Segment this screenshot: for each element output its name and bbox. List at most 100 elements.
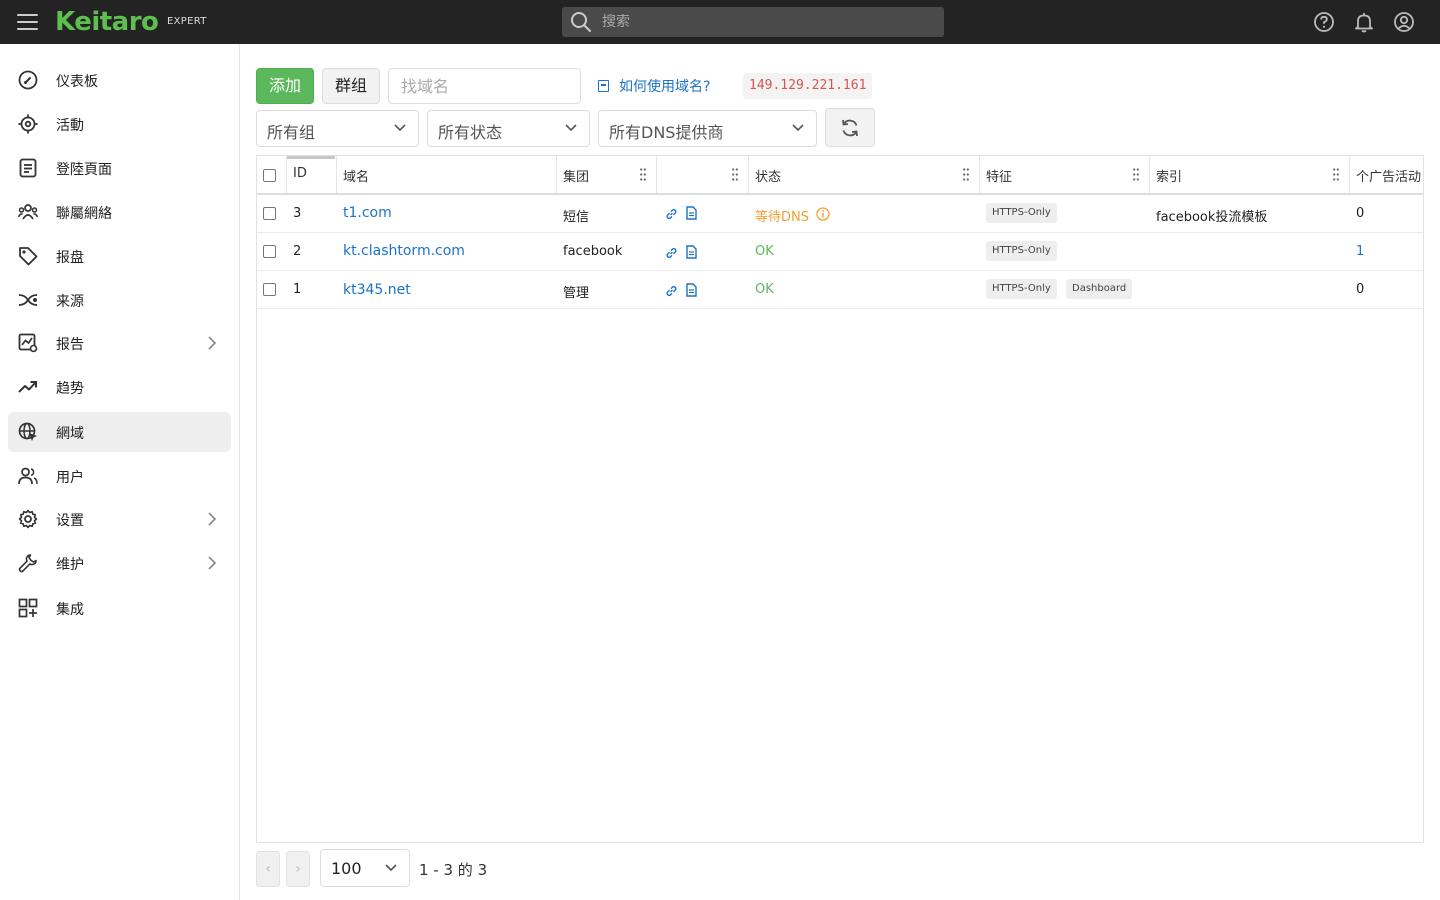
drag-handle-icon[interactable]: [640, 168, 646, 181]
server-ip: 149.129.221.161: [743, 73, 873, 99]
row-checkbox[interactable]: [263, 283, 276, 296]
feature-badge: HTTPS-Only: [986, 279, 1057, 299]
sidebar-item-label: 报盘: [56, 250, 84, 266]
column-features[interactable]: 特征: [980, 156, 1150, 193]
group-filter-value: 所有组: [267, 123, 316, 142]
prev-page-button[interactable]: ‹: [256, 851, 280, 887]
column-label: 域名: [343, 170, 370, 185]
row-domain-link[interactable]: kt.clashtorm.com: [343, 243, 465, 259]
find-domain-input[interactable]: [388, 68, 581, 104]
integration-icon: [18, 598, 38, 618]
drag-handle-icon[interactable]: [732, 168, 738, 181]
table-row[interactable]: 3 t1.com 短信 等待DNS HTTPS-Only facebook投流模…: [257, 195, 1423, 233]
sidebar-item-label: 登陸頁面: [56, 162, 112, 178]
refresh-button[interactable]: [825, 108, 875, 147]
sidebar-item-offers[interactable]: 报盘: [8, 236, 231, 276]
link-icon[interactable]: [665, 246, 678, 260]
row-campaigns: 0: [1356, 206, 1365, 221]
howto-link[interactable]: 如何使用域名?: [598, 76, 710, 96]
trend-icon: [18, 381, 37, 393]
sidebar-item-trends[interactable]: 趋势: [8, 367, 231, 407]
column-group[interactable]: 集团: [557, 156, 657, 193]
document-icon[interactable]: [685, 245, 698, 259]
chevron-right-icon: [208, 512, 217, 526]
sidebar-item-sources[interactable]: 来源: [8, 280, 231, 320]
target-icon: [18, 114, 38, 134]
select-all-checkbox[interactable]: [263, 169, 276, 182]
column-domain[interactable]: 域名: [337, 156, 557, 193]
landing-page-icon: [19, 158, 37, 178]
column-status[interactable]: 状态: [749, 156, 980, 193]
sidebar-item-label: 报告: [56, 337, 84, 353]
chevron-down-icon: [792, 124, 804, 132]
drag-handle-icon[interactable]: [1133, 168, 1139, 181]
logo[interactable]: Keitaro: [55, 7, 159, 37]
menu-icon[interactable]: [17, 14, 38, 30]
sidebar-item-label: 趋势: [56, 381, 84, 397]
search-box[interactable]: [562, 7, 944, 37]
row-group: 短信: [563, 210, 590, 225]
sidebar-item-settings[interactable]: 设置: [8, 499, 231, 539]
top-bar: Keitaro EXPERT: [0, 0, 1440, 44]
sidebar-item-label: 维护: [56, 557, 84, 573]
row-domain-link[interactable]: t1.com: [343, 205, 392, 221]
sidebar-item-reports[interactable]: 报告: [8, 323, 231, 363]
row-domain-link[interactable]: kt345.net: [343, 282, 411, 298]
column-label: 状态: [755, 170, 782, 185]
sidebar-item-maintenance[interactable]: 维护: [8, 543, 231, 583]
feature-badge: Dashboard: [1066, 279, 1133, 299]
dns-provider-filter-select[interactable]: 所有DNS提供商: [598, 110, 817, 147]
next-page-button[interactable]: ›: [286, 851, 310, 887]
search-input[interactable]: [602, 12, 932, 32]
row-campaigns-link[interactable]: 1: [1356, 244, 1364, 259]
chevron-down-icon: [394, 124, 406, 132]
sidebar-item-label: 设置: [56, 513, 84, 529]
drag-handle-icon[interactable]: [1333, 168, 1339, 181]
link-icon[interactable]: [665, 284, 678, 298]
chevron-right-icon: [208, 336, 217, 350]
domains-table: ID 域名 集团 状态 特征 索引 个广告活动 3 t1.com 短信 等待DN…: [256, 155, 1424, 843]
sidebar-item-affiliate-networks[interactable]: 聯屬網絡: [8, 192, 231, 232]
drag-handle-icon[interactable]: [963, 168, 969, 181]
sidebar-item-users[interactable]: 用户: [8, 456, 231, 496]
link-icon[interactable]: [665, 207, 678, 221]
table-row[interactable]: 2 kt.clashtorm.com facebook OK HTTPS-Onl…: [257, 233, 1423, 271]
group-filter-select[interactable]: 所有组: [256, 110, 419, 147]
dns-filter-value: 所有DNS提供商: [609, 123, 724, 142]
howto-label: 如何使用域名?: [619, 79, 711, 95]
add-domain-button[interactable]: 添加: [256, 68, 314, 104]
page-size-select[interactable]: 100: [320, 849, 410, 887]
document-icon[interactable]: [685, 206, 698, 220]
users-icon: [18, 467, 38, 485]
row-status: OK: [755, 282, 774, 297]
sidebar-item-dashboard[interactable]: 仪表板: [8, 60, 231, 100]
row-checkbox[interactable]: [263, 245, 276, 258]
document-icon[interactable]: [685, 283, 698, 297]
sidebar-item-integrations[interactable]: 集成: [8, 588, 231, 628]
sidebar-item-label: 用户: [56, 470, 84, 486]
help-icon[interactable]: [1313, 11, 1335, 33]
sidebar-item-landing-pages[interactable]: 登陸頁面: [8, 148, 231, 188]
user-account-icon[interactable]: [1393, 11, 1415, 33]
sidebar-item-domains[interactable]: 網域: [8, 412, 231, 452]
column-campaigns[interactable]: 个广告活动: [1350, 156, 1423, 193]
bell-icon[interactable]: [1353, 11, 1375, 33]
sidebar-item-campaigns[interactable]: 活動: [8, 104, 231, 144]
row-group: 管理: [563, 286, 590, 301]
offer-tag-icon: [19, 247, 38, 266]
sidebar-item-label: 来源: [56, 294, 84, 310]
row-checkbox[interactable]: [263, 207, 276, 220]
chevron-right-icon: [208, 556, 217, 570]
sidebar-item-label: 網域: [56, 426, 84, 442]
column-id[interactable]: ID: [287, 156, 337, 193]
search-icon: [571, 12, 591, 32]
table-row[interactable]: 1 kt345.net 管理 OK HTTPS-Only Dashboard 0: [257, 271, 1423, 309]
wrench-icon: [18, 554, 37, 573]
group-button[interactable]: 群组: [322, 68, 380, 104]
feature-badge: HTTPS-Only: [986, 203, 1057, 223]
status-filter-select[interactable]: 所有状态: [427, 110, 590, 147]
pagination-info: 1 - 3 的 3: [419, 861, 488, 879]
column-index[interactable]: 索引: [1150, 156, 1350, 193]
row-campaigns: 0: [1356, 282, 1365, 297]
info-icon[interactable]: [816, 207, 830, 221]
